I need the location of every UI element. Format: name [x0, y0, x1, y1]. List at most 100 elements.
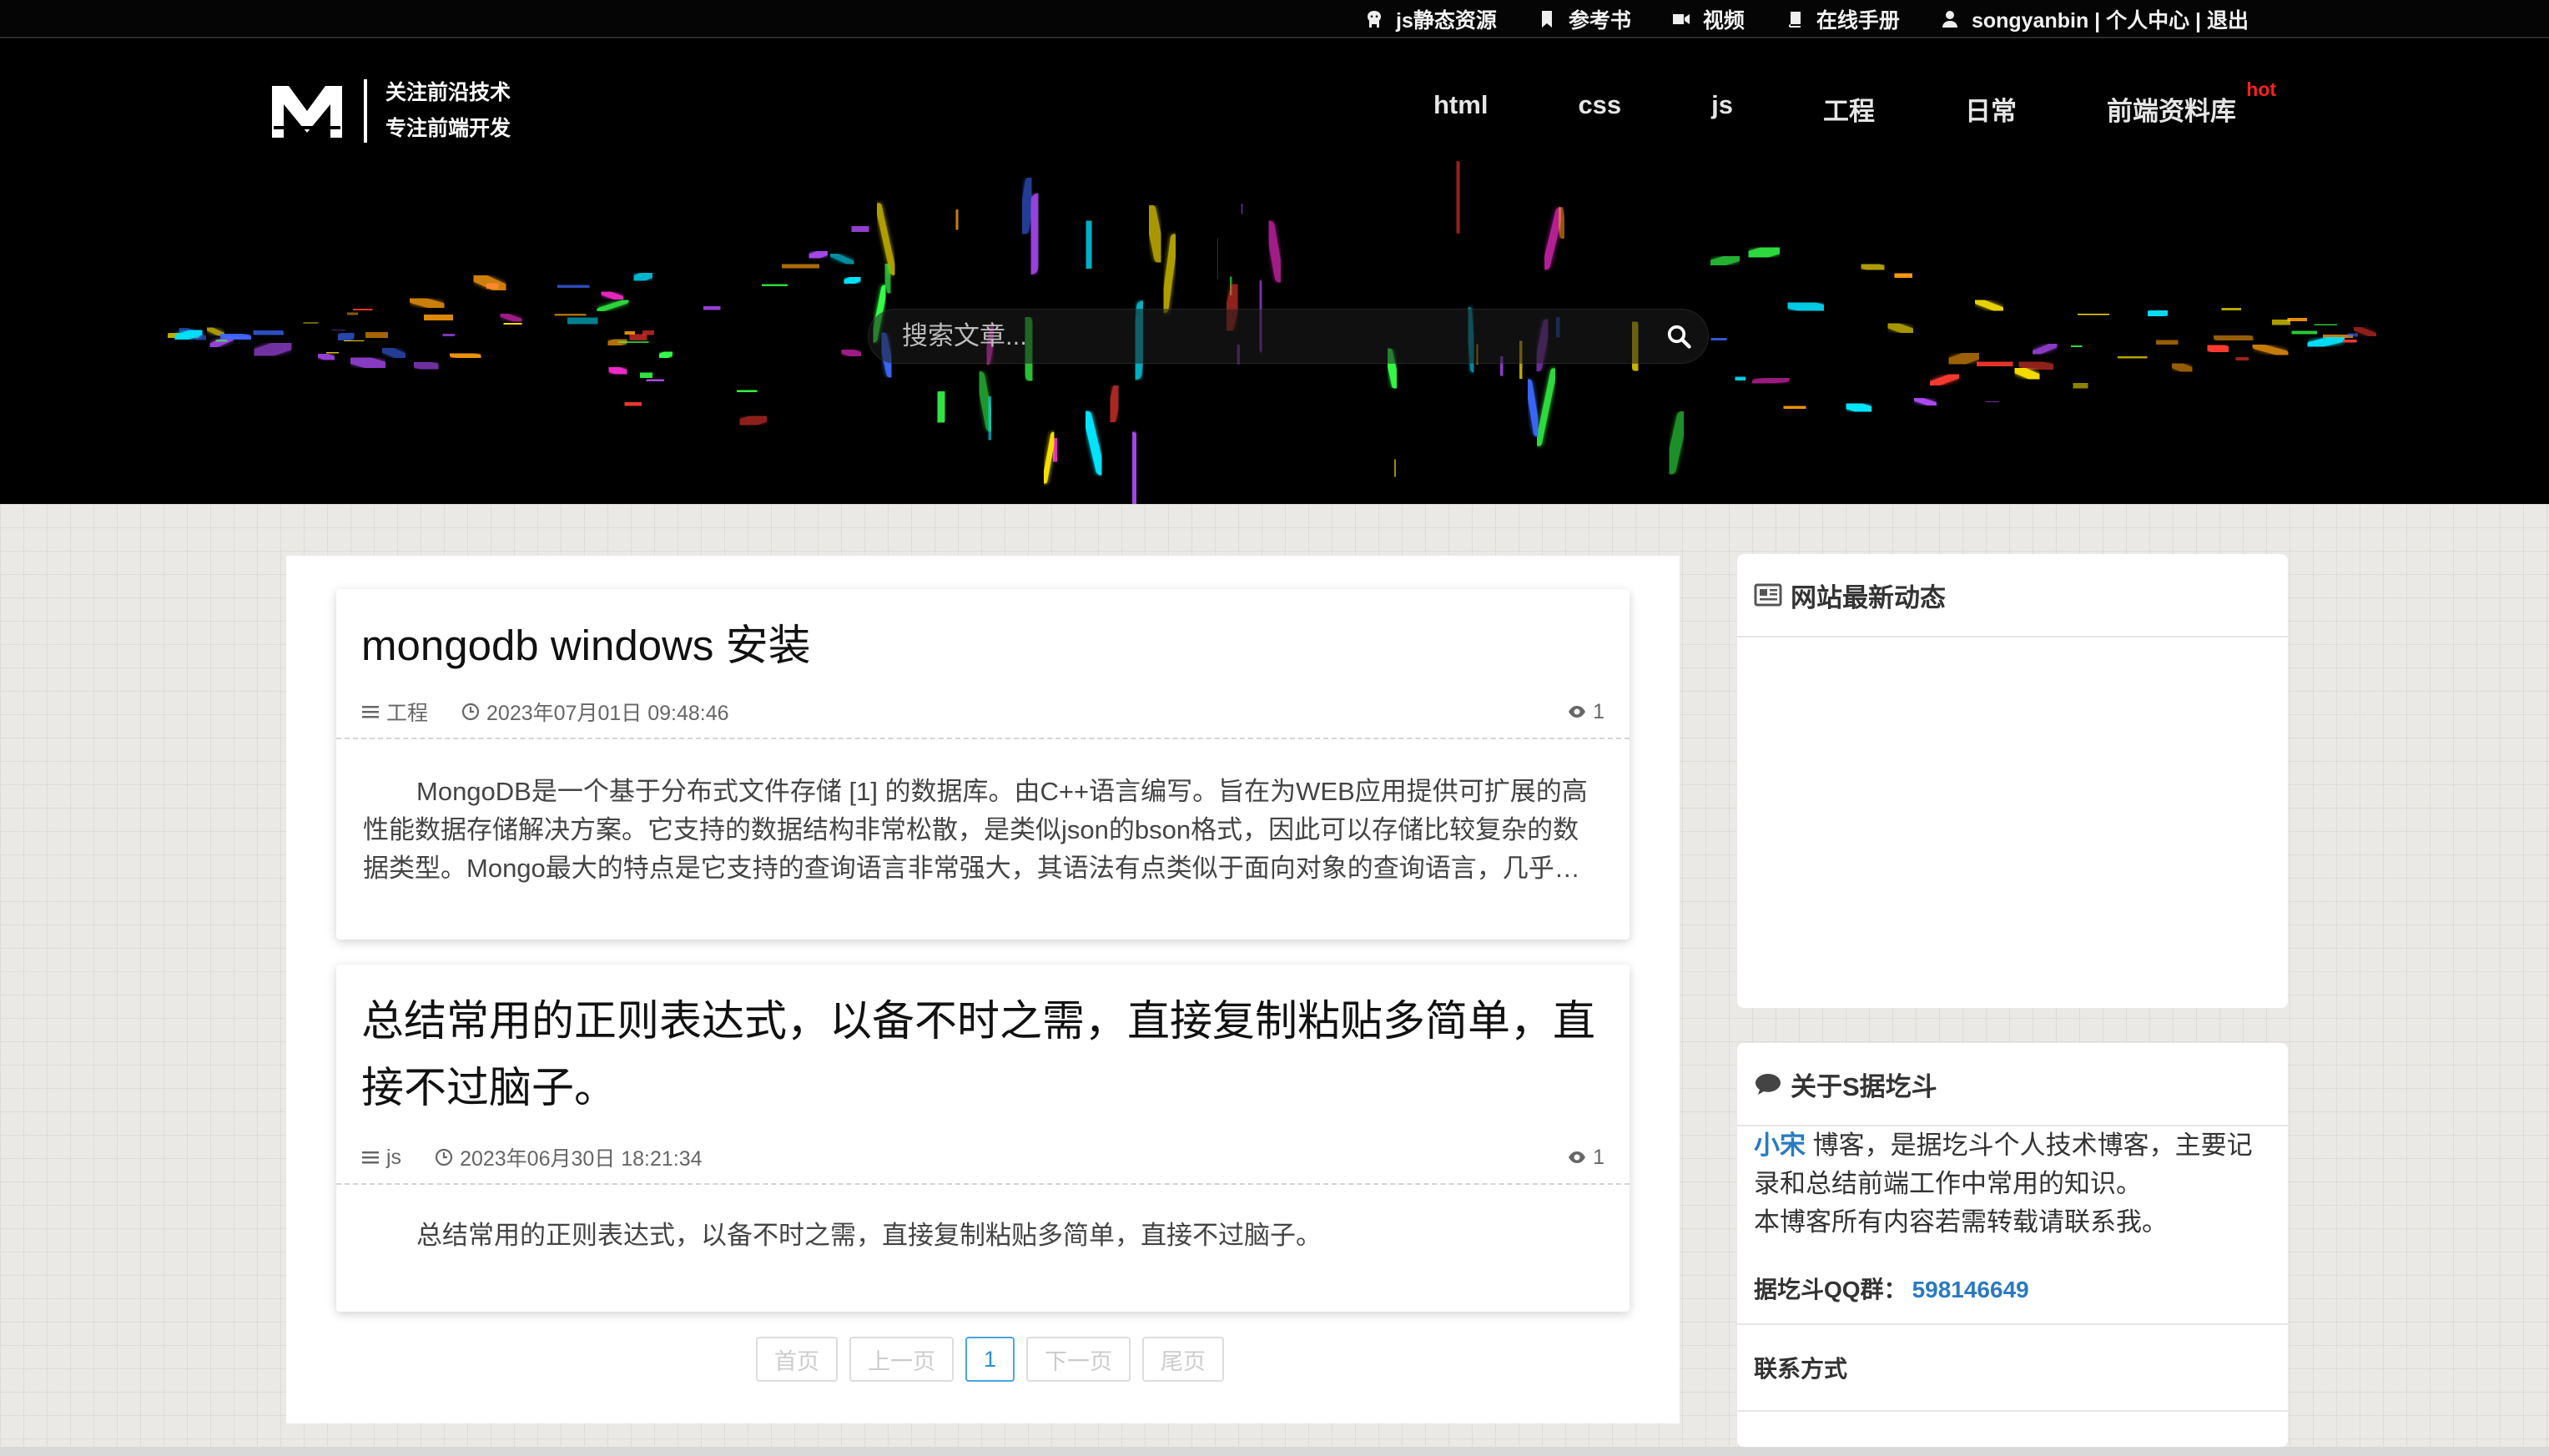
firework-streak: [637, 325, 658, 340]
article-category-label: js: [386, 1145, 402, 1169]
search-input[interactable]: [869, 321, 1650, 351]
firework-streak: [1945, 348, 1982, 369]
nav-item-resources-label: 前端资料库: [2107, 97, 2237, 126]
list-icon: [362, 1151, 379, 1164]
article-excerpt: MongoDB是一个基于分布式文件存储 [1] 的数据库。由C++语言编写。旨在…: [336, 739, 1630, 904]
firework-streak: [1858, 260, 1887, 274]
firework-streak: [2343, 328, 2363, 342]
firework-streak: [2287, 325, 2321, 340]
author-name-link[interactable]: 小宋: [1754, 1131, 1806, 1160]
firework-streak: [1082, 411, 1106, 476]
article-title[interactable]: 总结常用的正则表达式，以备不时之需，直接复制粘贴多简单，直接不过脑子。: [336, 965, 1630, 1121]
qq-label: 据圪斗QQ群：: [1754, 1277, 1907, 1302]
page-prev-button[interactable]: 上一页: [849, 1337, 954, 1382]
article-category[interactable]: js: [361, 1146, 401, 1170]
firework-streak: [874, 203, 897, 275]
firework-streak: [1843, 399, 1875, 416]
firework-streak: [380, 344, 408, 361]
firework-streak: [2144, 306, 2171, 320]
article-title[interactable]: mongodb windows 安装: [336, 589, 1630, 679]
firework-streak: [701, 303, 723, 313]
contact-heading: 联系方式: [1737, 1325, 2288, 1412]
firework-streak: [1745, 242, 1783, 263]
firework-streak: [2252, 342, 2289, 358]
search-button[interactable]: [1650, 309, 1708, 364]
site-logo[interactable]: 关注前沿技术 专注前端开发: [269, 75, 511, 147]
nav-item-resources[interactable]: 前端资料库 hot: [2107, 78, 2276, 128]
firework-streak: [931, 387, 951, 426]
page-first-button[interactable]: 首页: [756, 1337, 838, 1382]
firework-streak: [984, 395, 995, 441]
firework-streak: [1391, 457, 1399, 479]
firework-streak: [322, 347, 343, 358]
top-link-user[interactable]: songyanbin | 个人中心 | 退出: [1940, 4, 2249, 34]
firework-streak: [209, 333, 233, 348]
logo-tagline-2: 专注前端开发: [385, 117, 511, 140]
firework-streak: [2074, 308, 2113, 321]
article-card: 总结常用的正则表达式，以备不时之需，直接复制粘贴多简单，直接不过脑子。 js 2…: [336, 965, 1630, 1312]
firework-streak: [2204, 340, 2232, 357]
firework-streak: [2218, 303, 2244, 315]
firework-streak: [1144, 204, 1166, 264]
firework-streak: [1161, 234, 1178, 313]
horizontal-scrollbar[interactable]: [0, 1447, 2549, 1456]
qq-number-link[interactable]: 598146649: [1912, 1277, 2029, 1302]
article-date-label: 2023年06月30日 18:21:34: [460, 1147, 703, 1171]
article-meta: 工程 2023年07月01日 09:48:46 1: [336, 686, 1630, 739]
top-link-js-resources[interactable]: js静态资源: [1364, 4, 1497, 34]
firework-streak: [441, 330, 456, 339]
eye-icon: [1569, 1151, 1586, 1163]
page-next-button[interactable]: 下一页: [1026, 1337, 1131, 1382]
firework-streak: [449, 350, 482, 361]
firework-streak: [1451, 161, 1465, 234]
top-link-video[interactable]: 视频: [1671, 4, 1745, 34]
top-link-label: 视频: [1702, 9, 1745, 33]
firework-streak: [2068, 377, 2093, 394]
firework-streak: [1041, 431, 1056, 484]
article-meta: js 2023年06月30日 18:21:34 1: [336, 1131, 1630, 1185]
clock-icon: [435, 1148, 453, 1166]
firework-streak: [847, 220, 874, 238]
firework-streak: [2068, 342, 2085, 350]
top-link-label: 参考书: [1568, 9, 1631, 33]
nav-item-engineering[interactable]: 工程: [1823, 90, 1875, 128]
nav-item-daily[interactable]: 日常: [1965, 90, 2017, 128]
top-link-label: js静态资源: [1396, 9, 1497, 33]
top-bar: js静态资源 参考书 视频 在线手册 songyanbin | 个人中心 | 退…: [0, 0, 2549, 38]
firework-streak: [250, 337, 295, 361]
page-last-button[interactable]: 尾页: [1142, 1337, 1225, 1382]
firework-streak: [635, 367, 657, 384]
site-news-panel: 网站最新动态: [1737, 554, 2288, 1008]
article-views: 1: [1568, 1146, 1604, 1170]
qq-group: 据圪斗QQ群： 598146649: [1737, 1242, 2288, 1325]
top-link-reference-books[interactable]: 参考书: [1537, 4, 1631, 34]
nav-item-css[interactable]: css: [1578, 90, 1621, 128]
top-link-online-manual[interactable]: 在线手册: [1785, 4, 1900, 34]
about-description: 小宋 博客，是据圪斗个人技术博客，主要记录和总结前端工作中常用的知识。 本博客所…: [1737, 1126, 2288, 1242]
user-icon: [1942, 11, 1957, 28]
article-views-count: 1: [1593, 1145, 1604, 1169]
top-link-label: songyanbin | 个人中心 | 退出: [1971, 9, 2249, 33]
about-text-2: 本博客所有内容若需转载请联系我。: [1754, 1207, 2168, 1237]
logo-separator: [364, 79, 367, 143]
firework-streak: [600, 289, 625, 302]
firework-streak: [953, 209, 961, 231]
firework-streak: [2234, 354, 2251, 364]
article-excerpt-text: MongoDB是一个基于分布式文件存储 [1] 的数据库。由C++语言编写。旨在…: [363, 777, 1588, 883]
about-title: 关于S据圪斗: [1737, 1043, 2288, 1126]
nav-item-js[interactable]: js: [1711, 90, 1733, 128]
nav-item-html[interactable]: html: [1433, 90, 1488, 128]
firework-streak: [408, 295, 446, 312]
firework-streak: [1785, 297, 1827, 316]
firework-streak: [411, 358, 441, 374]
firework-streak: [597, 299, 629, 313]
firework-streak: [779, 259, 822, 274]
firework-streak: [347, 352, 389, 373]
article-category[interactable]: 工程: [361, 697, 428, 727]
site-news-title: 网站最新动态: [1737, 554, 2288, 637]
firework-streak: [622, 398, 645, 410]
about-title-label: 关于S据圪斗: [1791, 1071, 1937, 1101]
site-news-title-label: 网站最新动态: [1791, 582, 1946, 612]
page-current-button[interactable]: 1: [965, 1337, 1015, 1382]
search-icon: [1667, 325, 1691, 349]
